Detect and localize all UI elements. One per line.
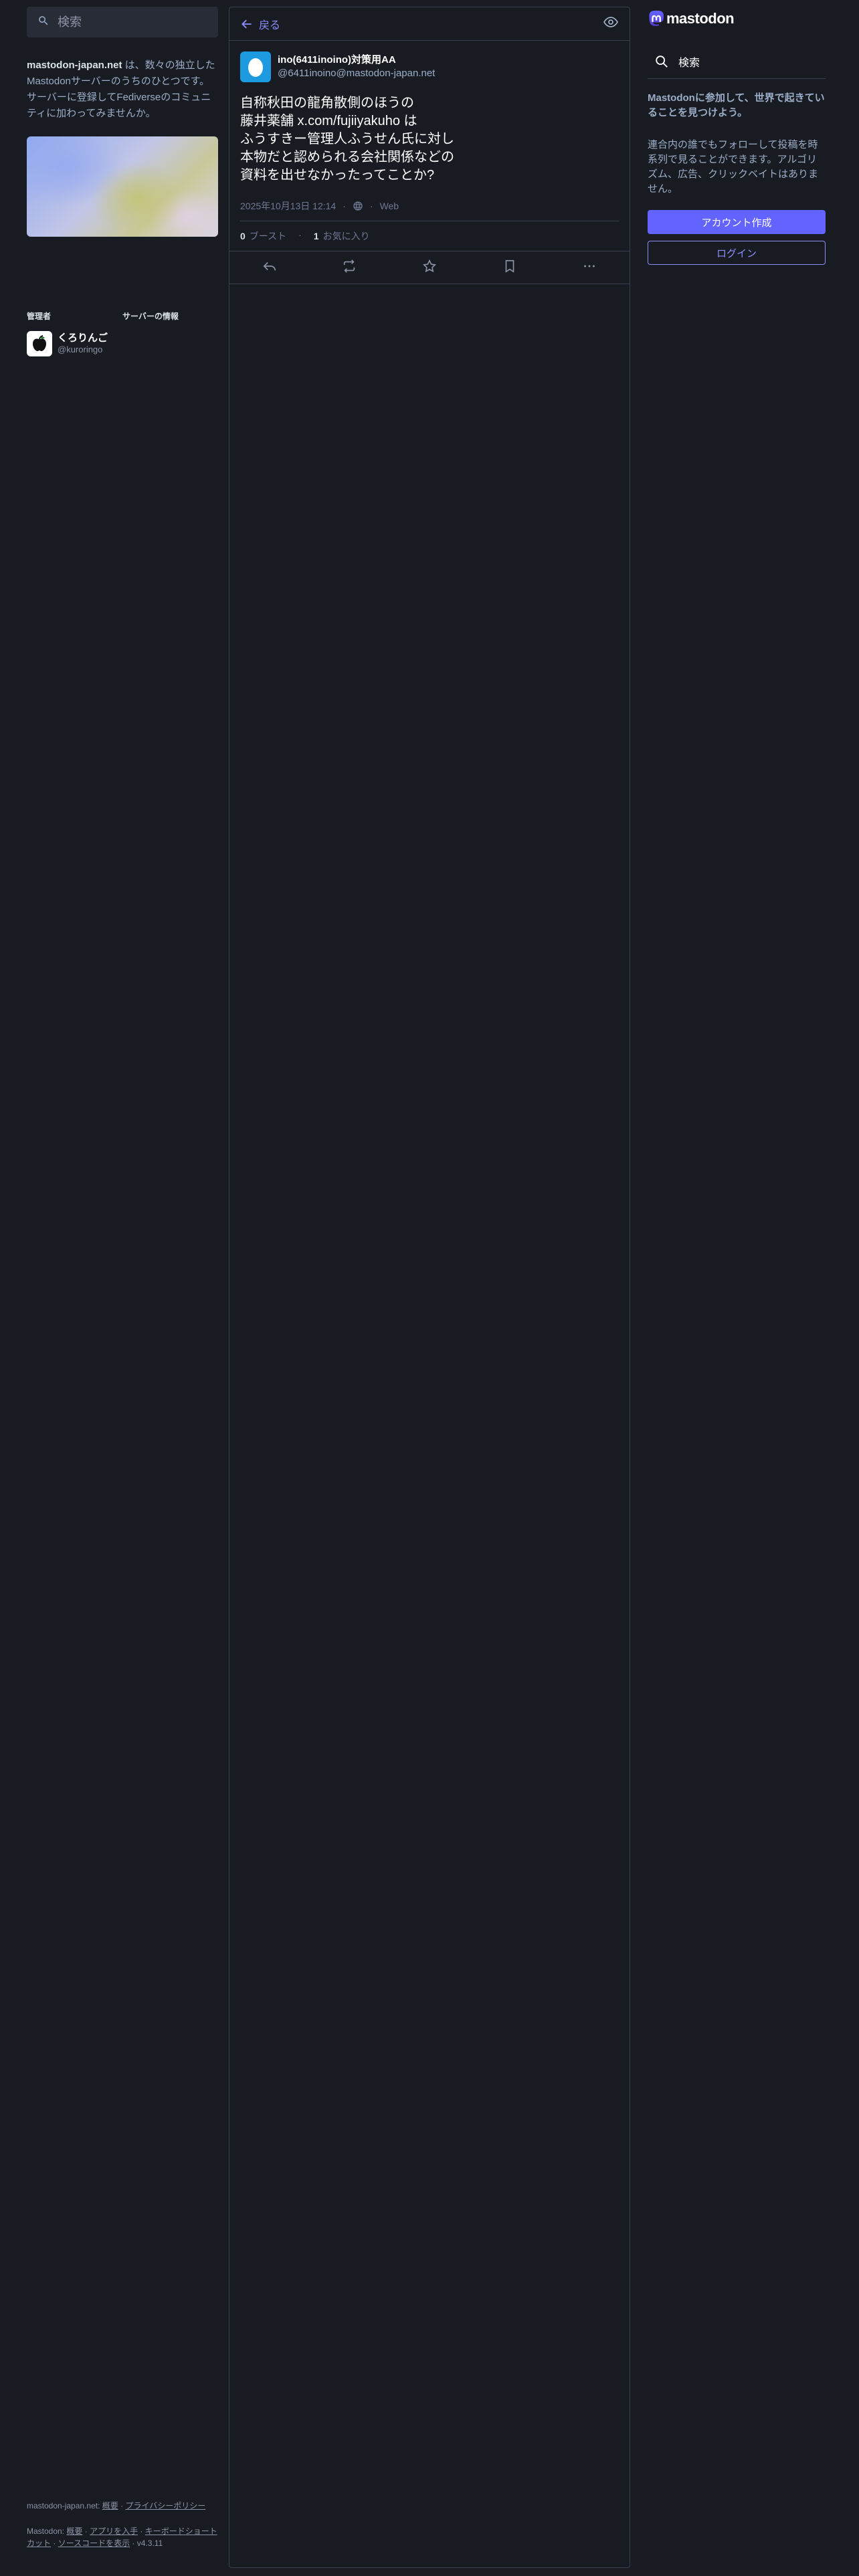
egg-icon	[248, 58, 263, 77]
signup-body: 連合内の誰でもフォローして投稿を時系列で見ることができます。アルゴリズム、広告、…	[648, 139, 819, 195]
footer-source-link[interactable]: ソースコードを表示	[58, 2539, 130, 2548]
boost-icon	[344, 259, 355, 273]
footer-version: v4.3.11	[136, 2539, 163, 2548]
mastodon-logo[interactable]: mastodon	[648, 7, 826, 31]
boost-button[interactable]	[342, 259, 357, 277]
server-hero-image	[27, 136, 218, 237]
reply-button[interactable]	[262, 259, 277, 277]
status-content: 自称秋田の龍角散側のほうの 藤井薬舗 x.com/fujiiyakuho は ふ…	[240, 96, 454, 183]
globe-icon	[353, 201, 363, 211]
nav-search-link[interactable]: 検索	[648, 44, 826, 79]
footer-separator: ·	[118, 2501, 126, 2510]
favourite-button[interactable]	[422, 259, 437, 277]
nav-search-label: 検索	[678, 57, 700, 69]
column-header: 戻る	[229, 7, 630, 41]
back-label: 戻る	[259, 19, 281, 31]
signup-lead: Mastodonに参加して、世界で起きていることを見つけよう。	[648, 92, 825, 118]
status-account[interactable]: ino(6411inoino)対策用AA @6411inoino@mastodo…	[240, 51, 619, 82]
status-timestamp[interactable]: 2025年10月13日 12:14	[240, 199, 336, 213]
favourites-label: お気に入り	[322, 231, 370, 241]
footer-separator: ·	[138, 2527, 145, 2536]
count-separator: ·	[298, 229, 302, 240]
boosts-count-link[interactable]: 0 ブースト	[240, 229, 286, 243]
logo-text: mastodon	[666, 10, 735, 27]
footer-about-link[interactable]: 概要	[102, 2501, 118, 2510]
server-name: mastodon-japan.net	[27, 60, 122, 71]
favourites-count: 1	[313, 231, 319, 241]
back-button[interactable]: 戻る	[240, 16, 280, 32]
left-footer: mastodon-japan.net: 概要 · プライバシーポリシー Mast…	[27, 2500, 218, 2563]
admin-display-name: くろりんご	[58, 332, 108, 344]
status-counts: 0 ブースト · 1 お気に入り	[240, 221, 619, 251]
server-footer-links: mastodon-japan.net: 概要 · プライバシーポリシー	[27, 2500, 218, 2512]
status-meta: 2025年10月13日 12:14 · · Web	[240, 199, 619, 221]
footer-separator: ·	[82, 2527, 90, 2536]
star-icon	[422, 259, 437, 272]
status-application: Web	[379, 201, 399, 211]
admin-label: 管理者	[27, 312, 52, 321]
favourites-count-link[interactable]: 1 お気に入り	[314, 229, 370, 243]
status-action-bar	[229, 251, 630, 284]
reply-icon	[263, 261, 276, 271]
status-column: 戻る ino(6411inoino)対策用AA @6411inoino@mast…	[229, 7, 630, 2568]
eye-icon	[603, 17, 619, 27]
admin-account[interactable]: くろりんご @kuroringo	[27, 331, 122, 356]
server-about: mastodon-japan.net は、数々の独立したMastodonサーバー…	[27, 58, 218, 122]
mastodon-logo-icon	[649, 10, 664, 26]
meta-separator: ·	[369, 201, 373, 211]
admin-block: 管理者 くろりんご @kuroringo	[27, 310, 122, 356]
more-icon	[584, 265, 595, 267]
footer-separator: ·	[51, 2539, 58, 2548]
apple-icon	[33, 335, 46, 351]
avatar[interactable]	[27, 331, 52, 356]
server-info-block: サーバーの情報	[122, 310, 218, 356]
search-input[interactable]	[58, 15, 191, 29]
status-display-name: ino(6411inoino)対策用AA	[278, 54, 396, 66]
footer-mastodon-prefix: Mastodon:	[27, 2527, 67, 2536]
status-acct: @6411inoino@mastodon-japan.net	[278, 68, 436, 79]
footer-separator: ·	[130, 2539, 137, 2548]
bookmark-icon	[505, 259, 514, 273]
search-box[interactable]	[27, 7, 218, 37]
right-column: mastodon 検索 Mastodonに参加して、世界で起きていることを見つけ…	[648, 7, 826, 265]
footer-server-prefix: mastodon-japan.net:	[27, 2501, 102, 2510]
create-account-button[interactable]: アカウント作成	[648, 210, 826, 234]
more-button[interactable]	[582, 259, 597, 277]
admin-section: 管理者 くろりんご @kuroringo サーバーの情報	[27, 310, 218, 356]
search-icon	[656, 55, 668, 68]
avatar[interactable]	[240, 51, 271, 82]
search-icon	[37, 15, 50, 30]
meta-separator: ·	[343, 201, 346, 211]
status-detail: ino(6411inoino)対策用AA @6411inoino@mastodo…	[229, 41, 630, 251]
login-button[interactable]: ログイン	[648, 241, 826, 265]
boosts-label: ブースト	[249, 231, 287, 241]
show-more-button[interactable]	[603, 14, 619, 33]
mastodon-footer-links: Mastodon: 概要 · アプリを入手 · キーボードショートカット · ソ…	[27, 2525, 218, 2549]
server-info-label[interactable]: サーバーの情報	[122, 310, 218, 322]
footer-privacy-link[interactable]: プライバシーポリシー	[125, 2501, 205, 2510]
footer-mastodon-about-link[interactable]: 概要	[66, 2527, 82, 2536]
bookmark-button[interactable]	[502, 259, 517, 277]
left-column: mastodon-japan.net は、数々の独立したMastodonサーバー…	[27, 7, 218, 356]
admin-handle: @kuroringo	[58, 344, 103, 354]
back-arrow-icon	[242, 19, 252, 28]
boosts-count: 0	[240, 231, 246, 241]
footer-get-app-link[interactable]: アプリを入手	[90, 2527, 138, 2536]
